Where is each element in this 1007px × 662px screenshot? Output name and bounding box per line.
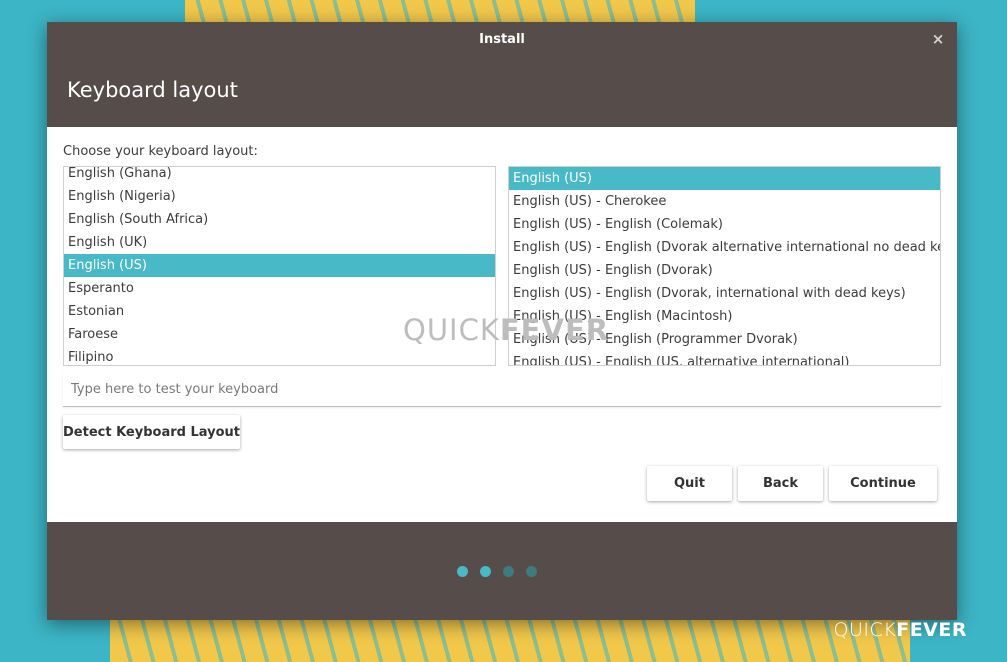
- back-button[interactable]: Back: [738, 466, 823, 501]
- variant-list-item[interactable]: English (US) - English (Dvorak alternati…: [509, 236, 940, 259]
- keyboard-variant-list[interactable]: English (US) English (US) - Cherokee Engli…: [508, 166, 941, 366]
- progress-dot: [480, 566, 491, 577]
- progress-dot: [503, 566, 514, 577]
- corner-watermark-logo: QUICKFEVER: [834, 619, 967, 641]
- variant-list-item[interactable]: English (US) - English (Colemak): [509, 213, 940, 236]
- main-content: Choose your keyboard layout: English (Gh…: [47, 127, 957, 522]
- progress-footer: [47, 522, 957, 620]
- installer-window: Install × Keyboard layout Choose your ke…: [47, 22, 957, 620]
- quit-button[interactable]: Quit: [647, 466, 732, 501]
- detect-keyboard-layout-button[interactable]: Detect Keyboard Layout: [63, 415, 240, 449]
- layout-list-item[interactable]: English (US): [64, 254, 495, 277]
- layout-list-item[interactable]: English (Ghana): [64, 167, 495, 185]
- layout-list-item[interactable]: Esperanto: [64, 277, 495, 300]
- keyboard-test-input[interactable]: [63, 373, 941, 407]
- variant-list-item[interactable]: English (US) - Cherokee: [509, 190, 940, 213]
- corner-watermark-bold-text: FEVER: [896, 619, 967, 641]
- layout-prompt-label: Choose your keyboard layout:: [63, 144, 258, 159]
- layout-list-item[interactable]: Estonian: [64, 300, 495, 323]
- keyboard-layout-list[interactable]: English (Ghana) English (Nigeria) English …: [63, 166, 496, 366]
- layout-list-item[interactable]: English (Nigeria): [64, 185, 495, 208]
- progress-dot: [526, 566, 537, 577]
- variant-list-item[interactable]: English (US) - English (US, alternative …: [509, 351, 940, 365]
- layout-list-item[interactable]: Faroese: [64, 323, 495, 346]
- background-artwork-bottom: [110, 615, 910, 662]
- window-title: Install: [479, 32, 525, 47]
- variant-list-item[interactable]: English (US) - English (Dvorak): [509, 259, 940, 282]
- progress-dot: [457, 566, 468, 577]
- layout-list-item[interactable]: Filipino: [64, 346, 495, 365]
- variant-list-item[interactable]: English (US) - English (Dvorak, internat…: [509, 282, 940, 305]
- close-icon[interactable]: ×: [929, 28, 947, 50]
- variant-list-item[interactable]: English (US) - English (Programmer Dvora…: [509, 328, 940, 351]
- layout-list-item[interactable]: English (South Africa): [64, 208, 495, 231]
- corner-watermark-light-text: QUICK: [833, 619, 897, 641]
- layout-list-item[interactable]: English (UK): [64, 231, 495, 254]
- continue-button[interactable]: Continue: [829, 466, 937, 501]
- variant-list-item[interactable]: English (US): [509, 167, 940, 190]
- variant-list-item[interactable]: English (US) - English (Macintosh): [509, 305, 940, 328]
- window-header: Install × Keyboard layout: [47, 22, 957, 127]
- page-title: Keyboard layout: [67, 78, 238, 102]
- progress-dots: [457, 566, 537, 577]
